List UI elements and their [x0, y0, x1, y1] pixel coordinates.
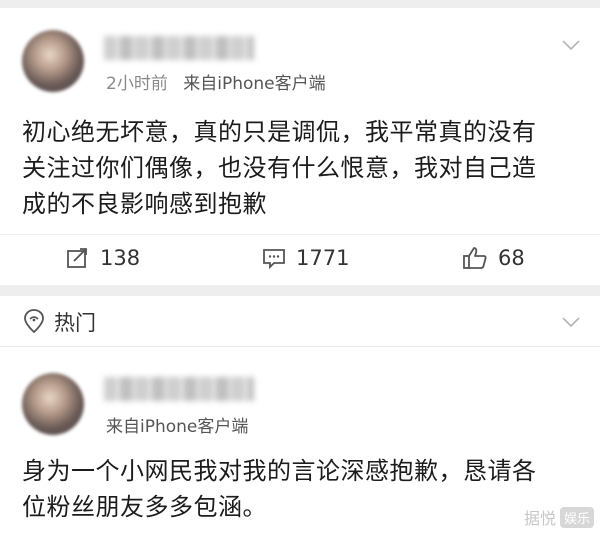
- post-body-line: 关注过你们偶像，也没有什么恨意，我对自己造: [22, 154, 537, 182]
- post-time: 2小时前: [106, 74, 168, 94]
- location-pin-icon: [24, 309, 44, 334]
- comment-count: 1771: [296, 246, 350, 270]
- post-meta: 2小时前 来自iPhone客户端: [106, 69, 326, 94]
- thumbs-up-icon: [463, 247, 487, 269]
- watermark-badge: 娱乐: [559, 506, 594, 528]
- post-meta: 来自iPhone客户端: [106, 412, 248, 437]
- post-source: 来自iPhone客户端: [183, 74, 326, 94]
- post-body-line: 初心绝无坏意，真的只是调侃，我平常真的没有: [22, 118, 537, 146]
- post-body-line: 成的不良影响感到抱歉: [22, 190, 267, 218]
- chevron-down-icon[interactable]: [562, 39, 580, 51]
- hot-section-label: 热门: [54, 311, 96, 335]
- weibo-post-2: 来自iPhone客户端 身为一个小网民我对我的言论深感抱歉，恳请各 位粉丝朋友多…: [0, 347, 600, 535]
- weibo-post-1: 2小时前 来自iPhone客户端 初心绝无坏意，真的只是调侃，我平常真的没有 关…: [0, 8, 600, 285]
- chevron-down-icon[interactable]: [562, 316, 580, 328]
- watermark: 据悦 娱乐: [524, 505, 594, 529]
- blurred-username[interactable]: [104, 36, 254, 60]
- repost-count: 138: [100, 246, 141, 270]
- post-source: 来自iPhone客户端: [106, 417, 249, 437]
- like-count: 68: [498, 246, 525, 270]
- like-button[interactable]: 68: [462, 241, 525, 275]
- action-bar: 138 1771 68: [0, 234, 600, 279]
- top-gap: [0, 0, 600, 8]
- repost-button[interactable]: 138: [66, 241, 140, 275]
- post-body-line: 身为一个小网民我对我的言论深感抱歉，恳请各: [22, 457, 537, 485]
- comment-icon: [263, 249, 285, 269]
- comment-button[interactable]: 1771: [262, 241, 349, 275]
- hot-section-bar[interactable]: 热门: [0, 296, 600, 347]
- repost-icon: [67, 248, 87, 268]
- post-body: 身为一个小网民我对我的言论深感抱歉，恳请各 位粉丝朋友多多包涵。: [22, 453, 582, 525]
- blurred-username[interactable]: [104, 377, 254, 401]
- watermark-text: 据悦: [523, 509, 556, 528]
- avatar[interactable]: [22, 373, 84, 435]
- post-body: 初心绝无坏意，真的只是调侃，我平常真的没有 关注过你们偶像，也没有什么恨意，我对…: [22, 114, 582, 222]
- avatar[interactable]: [22, 30, 84, 92]
- post-body-line: 位粉丝朋友多多包涵。: [22, 493, 267, 521]
